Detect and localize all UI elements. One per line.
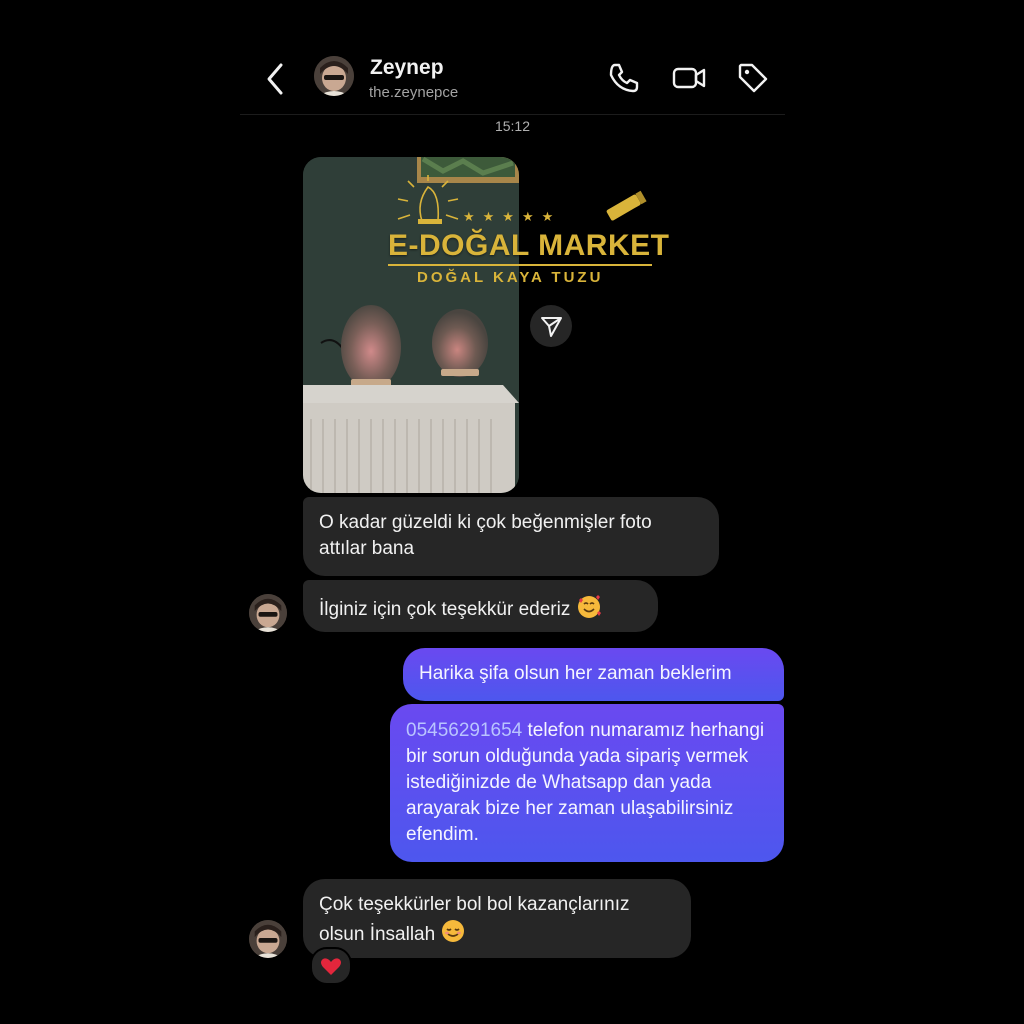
phone-number-link[interactable]: 05456291654 [406, 720, 522, 741]
smiling-face-icon [442, 920, 465, 942]
tag-icon [738, 63, 768, 93]
outgoing-message[interactable]: Harika şifa olsun her zaman beklerim [403, 648, 784, 701]
video-icon [672, 67, 706, 89]
contact-avatar-small[interactable] [249, 920, 287, 958]
contact-avatar-small[interactable] [249, 594, 287, 632]
red-heart-icon [321, 958, 341, 975]
photo-message[interactable] [303, 157, 519, 493]
message-text: Çok teşekkürler bol bol kazançlarınız ol… [319, 894, 630, 945]
audio-call-button[interactable] [606, 60, 642, 96]
incoming-message[interactable]: Çok teşekkürler bol bol kazançlarınız ol… [303, 879, 691, 958]
contact-name[interactable]: Zeynep [370, 56, 444, 80]
incoming-message[interactable]: O kadar güzeldi ki çok beğenmişler foto … [303, 497, 719, 576]
video-call-button[interactable] [670, 60, 706, 96]
smiling-face-with-hearts-icon [577, 595, 601, 618]
message-text: Harika şifa olsun her zaman beklerim [419, 663, 732, 684]
message-timestamp: 15:12 [494, 118, 531, 134]
incoming-message[interactable]: İlginiz için çok teşekkür ederiz [303, 580, 658, 632]
phone-icon [609, 63, 639, 93]
outgoing-message[interactable]: 05456291654 telefon numaramız herhangi b… [390, 704, 784, 862]
message-reaction[interactable] [310, 947, 352, 985]
tag-button[interactable] [735, 60, 771, 96]
contact-handle: the.zeynepce [369, 84, 459, 101]
chevron-left-icon [267, 63, 283, 95]
message-text: İlginiz için çok teşekkür ederiz [319, 599, 571, 620]
message-text: O kadar güzeldi ki çok beğenmişler foto … [319, 512, 652, 559]
chat-header: Zeynep the.zeynepce [240, 40, 785, 115]
contact-avatar[interactable] [314, 56, 354, 96]
send-icon [541, 317, 562, 337]
share-button[interactable] [530, 305, 572, 347]
back-button[interactable] [262, 62, 290, 96]
